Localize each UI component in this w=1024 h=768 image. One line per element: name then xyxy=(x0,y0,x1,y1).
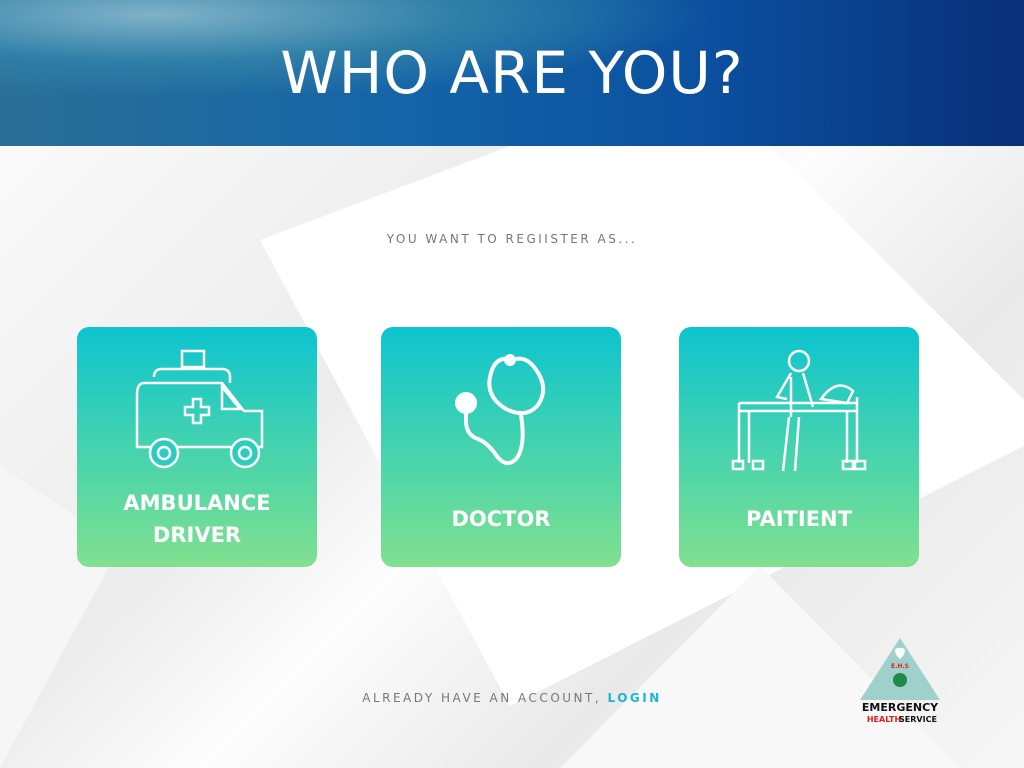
role-card-ambulance-driver[interactable]: AMBULANCE DRIVER xyxy=(77,327,317,567)
role-label: PAITIENT xyxy=(746,507,852,531)
ems-logo-image: E.H.S EMERGENCY HEALTH SERVICE xyxy=(860,638,940,724)
login-prompt-text: ALREADY HAVE AN ACCOUNT, xyxy=(362,691,608,705)
header-banner: WHO ARE YOU? xyxy=(0,0,1024,146)
main-content: YOU WANT TO REGIISTER AS... AMBULANCE DR… xyxy=(0,146,1024,768)
login-link[interactable]: LOGIN xyxy=(607,691,661,705)
role-card-doctor[interactable]: DOCTOR xyxy=(381,327,621,567)
page-title: WHO ARE YOU? xyxy=(280,39,744,107)
svg-text:EMERGENCY: EMERGENCY xyxy=(862,701,939,714)
role-label: DRIVER xyxy=(152,523,242,547)
role-label: AMBULANCE xyxy=(123,491,271,515)
page: WHO ARE YOU? YOU WANT TO REGIISTER AS...… xyxy=(0,0,1024,768)
role-label: DOCTOR xyxy=(451,507,551,531)
svg-text:HEALTH: HEALTH xyxy=(867,715,901,724)
ambulance-icon xyxy=(135,349,264,469)
svg-text:SERVICE: SERVICE xyxy=(899,715,937,724)
svg-text:E.H.S: E.H.S xyxy=(891,663,909,670)
register-prompt: YOU WANT TO REGIISTER AS... xyxy=(386,232,638,246)
patient-bed-icon xyxy=(731,349,867,472)
stethoscope-icon xyxy=(455,354,546,466)
ems-logo: E.H.S EMERGENCY HEALTH SERVICE xyxy=(858,636,942,726)
role-card-patient[interactable]: PAITIENT xyxy=(679,327,919,567)
